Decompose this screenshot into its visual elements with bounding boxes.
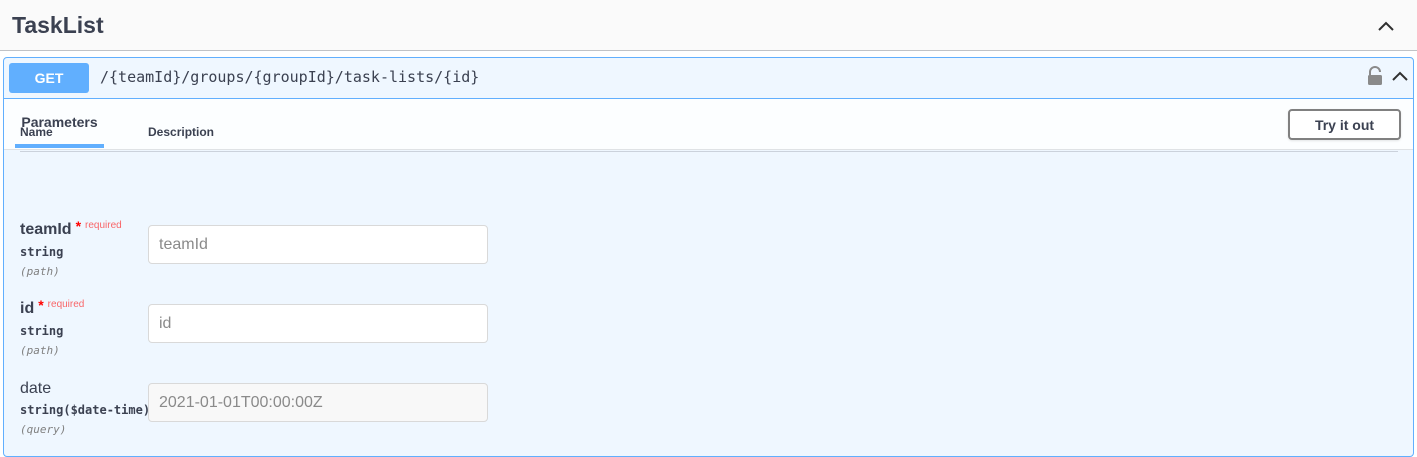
teamid-input[interactable] <box>148 225 488 264</box>
tab-parameters[interactable]: Parameters <box>15 99 104 148</box>
tag-title: TaskList <box>12 12 104 38</box>
param-location: (query) <box>20 423 67 436</box>
chevron-up-icon[interactable] <box>1374 14 1398 38</box>
chevron-up-icon[interactable] <box>1390 66 1410 86</box>
column-header-description: Description <box>148 125 215 139</box>
required-label: required <box>85 220 122 231</box>
operation-summary[interactable]: GET /{teamId}/groups/{groupId}/task-list… <box>4 58 1413 99</box>
required-star: * <box>75 218 82 234</box>
param-name: id * required <box>20 297 85 318</box>
param-location: (path) <box>20 265 60 278</box>
required-star: * <box>38 297 44 313</box>
header-divider <box>20 151 1398 152</box>
method-badge: GET <box>9 63 89 93</box>
id-input[interactable] <box>148 304 488 343</box>
param-type: string <box>20 324 64 338</box>
param-name-text: teamId <box>20 221 72 238</box>
required-label: required <box>47 299 85 310</box>
param-name: date <box>20 380 52 397</box>
try-it-out-button[interactable]: Try it out <box>1288 109 1401 140</box>
date-input[interactable] <box>148 383 488 422</box>
param-location: (path) <box>20 344 60 357</box>
param-type: string($date-time) <box>20 403 151 417</box>
lock-icon[interactable] <box>1366 66 1384 86</box>
param-name: teamId * required <box>20 218 122 239</box>
param-name-text: id <box>20 300 35 317</box>
tag-header[interactable]: TaskList <box>0 0 1417 51</box>
operation-path: /{teamId}/groups/{groupId}/task-lists/{i… <box>100 68 480 86</box>
param-type: string <box>20 245 64 259</box>
parameters-header: Parameters Try it out <box>4 99 1413 150</box>
column-header-name: Name <box>20 125 53 139</box>
